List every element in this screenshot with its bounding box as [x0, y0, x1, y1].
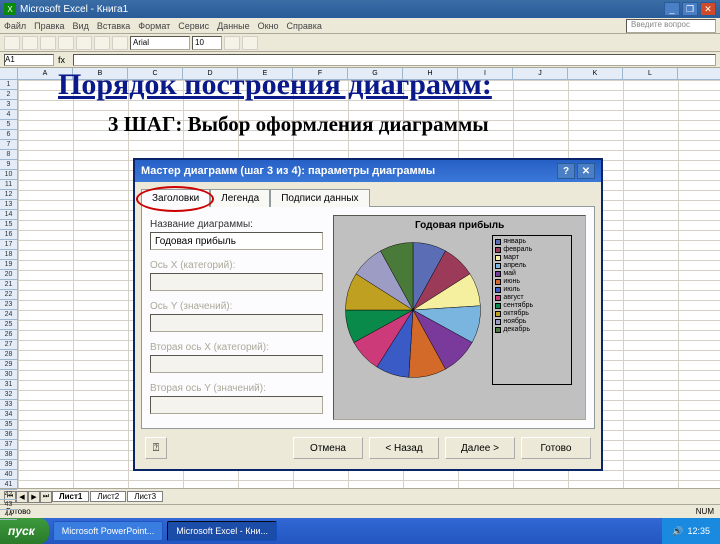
taskbar-item-powerpoint[interactable]: Microsoft PowerPoint...: [53, 521, 164, 541]
sheet-nav-last[interactable]: ⏭: [40, 491, 52, 503]
spreadsheet-grid[interactable]: 1234567891011121314151617181920212223242…: [0, 68, 720, 488]
sheet-tab-1[interactable]: Лист1: [52, 491, 89, 502]
system-tray[interactable]: 🔊 12:35: [662, 518, 720, 544]
menu-bar: Файл Правка Вид Вставка Формат Сервис Да…: [0, 18, 720, 34]
tab-legend[interactable]: Легенда: [210, 189, 270, 207]
slide-subtitle: 3 ШАГ: Выбор оформления диаграммы: [108, 112, 489, 137]
sheet-tab-3[interactable]: Лист3: [127, 491, 163, 502]
taskbar-item-excel[interactable]: Microsoft Excel - Кни...: [167, 521, 277, 541]
dialog-tabs: Заголовки Легенда Подписи данных: [141, 188, 595, 206]
close-button[interactable]: ✕: [700, 2, 716, 16]
fx-icon[interactable]: fx: [58, 55, 65, 65]
pie-chart-icon: [338, 235, 488, 385]
chart-legend: январьфевральмартапрельмайиюньиюльавгуст…: [492, 235, 572, 385]
windows-taskbar: пуск Microsoft PowerPoint... Microsoft E…: [0, 518, 720, 544]
maximize-button[interactable]: ❐: [682, 2, 698, 16]
dialog-title: Мастер диаграмм (шаг 3 из 4): параметры …: [141, 165, 435, 177]
new-icon[interactable]: [4, 36, 20, 50]
label-axis-y2: Вторая ось Y (значений):: [150, 383, 323, 394]
size-combo[interactable]: 10: [192, 36, 222, 50]
label-axis-x2: Вторая ось X (категорий):: [150, 342, 323, 353]
copy-icon[interactable]: [94, 36, 110, 50]
dialog-help-button[interactable]: ?: [557, 163, 575, 179]
sheet-tab-bar: ⏮ ◀ ▶ ⏭ Лист1 Лист2 Лист3: [0, 488, 720, 504]
sheet-tab-2[interactable]: Лист2: [90, 491, 126, 502]
dialog-titlebar: Мастер диаграмм (шаг 3 из 4): параметры …: [135, 160, 601, 182]
legend-item: февраль: [495, 246, 569, 253]
menu-insert[interactable]: Вставка: [97, 21, 130, 31]
input-chart-name[interactable]: [150, 232, 323, 250]
cut-icon[interactable]: [76, 36, 92, 50]
name-box[interactable]: A1: [4, 54, 54, 66]
chart-preview: Годовая прибыль январьфевральмартапрельм…: [333, 215, 586, 420]
menu-window[interactable]: Окно: [258, 21, 279, 31]
legend-item: июнь: [495, 278, 569, 285]
cancel-button[interactable]: Отмена: [293, 437, 363, 459]
window-titlebar: X Microsoft Excel - Книга1 _ ❐ ✕: [0, 0, 720, 18]
italic-icon[interactable]: [242, 36, 258, 50]
chart-wizard-dialog: Мастер диаграмм (шаг 3 из 4): параметры …: [133, 158, 603, 471]
legend-item: март: [495, 254, 569, 261]
legend-item: август: [495, 294, 569, 301]
menu-file[interactable]: Файл: [4, 21, 26, 31]
status-bar: Готово NUM: [0, 504, 720, 518]
formula-bar: A1 fx: [0, 52, 720, 68]
dialog-close-button[interactable]: ✕: [577, 163, 595, 179]
doc-title: Книга1: [97, 4, 128, 15]
bold-icon[interactable]: [224, 36, 240, 50]
formula-input[interactable]: [73, 54, 716, 66]
row-headers: 1234567891011121314151617181920212223242…: [0, 68, 18, 488]
menu-help[interactable]: Справка: [287, 21, 322, 31]
label-axis-y: Ось Y (значений):: [150, 301, 323, 312]
help-button[interactable]: ⍰: [145, 437, 167, 459]
label-chart-name: Название диаграммы:: [150, 219, 323, 230]
menu-format[interactable]: Формат: [138, 21, 170, 31]
menu-view[interactable]: Вид: [73, 21, 89, 31]
tab-datalabels[interactable]: Подписи данных: [270, 189, 369, 207]
num-indicator: NUM: [696, 507, 714, 516]
label-axis-x: Ось X (категорий):: [150, 260, 323, 271]
paste-icon[interactable]: [112, 36, 128, 50]
minimize-button[interactable]: _: [664, 2, 680, 16]
input-axis-x2: [150, 355, 323, 373]
legend-item: май: [495, 270, 569, 277]
slide-title: Порядок построения диаграмм:: [58, 68, 492, 102]
font-combo[interactable]: Arial: [130, 36, 190, 50]
ask-question-box[interactable]: Введите вопрос: [626, 19, 716, 33]
excel-icon: X: [4, 3, 16, 15]
input-axis-y: [150, 314, 323, 332]
finish-button[interactable]: Готово: [521, 437, 591, 459]
sheet-nav-prev[interactable]: ◀: [16, 491, 28, 503]
back-button[interactable]: < Назад: [369, 437, 439, 459]
legend-item: июль: [495, 286, 569, 293]
app-title: Microsoft Excel: [20, 4, 88, 15]
legend-item: апрель: [495, 262, 569, 269]
standard-toolbar: Arial 10: [0, 34, 720, 52]
print-icon[interactable]: [58, 36, 74, 50]
tab-titles[interactable]: Заголовки: [141, 189, 210, 207]
save-icon[interactable]: [40, 36, 56, 50]
tray-icon: 🔊: [672, 526, 683, 537]
chart-preview-title: Годовая прибыль: [338, 220, 581, 231]
open-icon[interactable]: [22, 36, 38, 50]
sheet-nav-next[interactable]: ▶: [28, 491, 40, 503]
legend-item: сентябрь: [495, 302, 569, 309]
menu-edit[interactable]: Правка: [34, 21, 64, 31]
clock: 12:35: [687, 526, 710, 536]
next-button[interactable]: Далее >: [445, 437, 515, 459]
menu-tools[interactable]: Сервис: [178, 21, 209, 31]
legend-item: декабрь: [495, 326, 569, 333]
input-axis-y2: [150, 396, 323, 414]
menu-data[interactable]: Данные: [217, 21, 250, 31]
input-axis-x: [150, 273, 323, 291]
legend-item: январь: [495, 238, 569, 245]
legend-item: ноябрь: [495, 318, 569, 325]
legend-item: октябрь: [495, 310, 569, 317]
start-button[interactable]: пуск: [0, 518, 49, 544]
